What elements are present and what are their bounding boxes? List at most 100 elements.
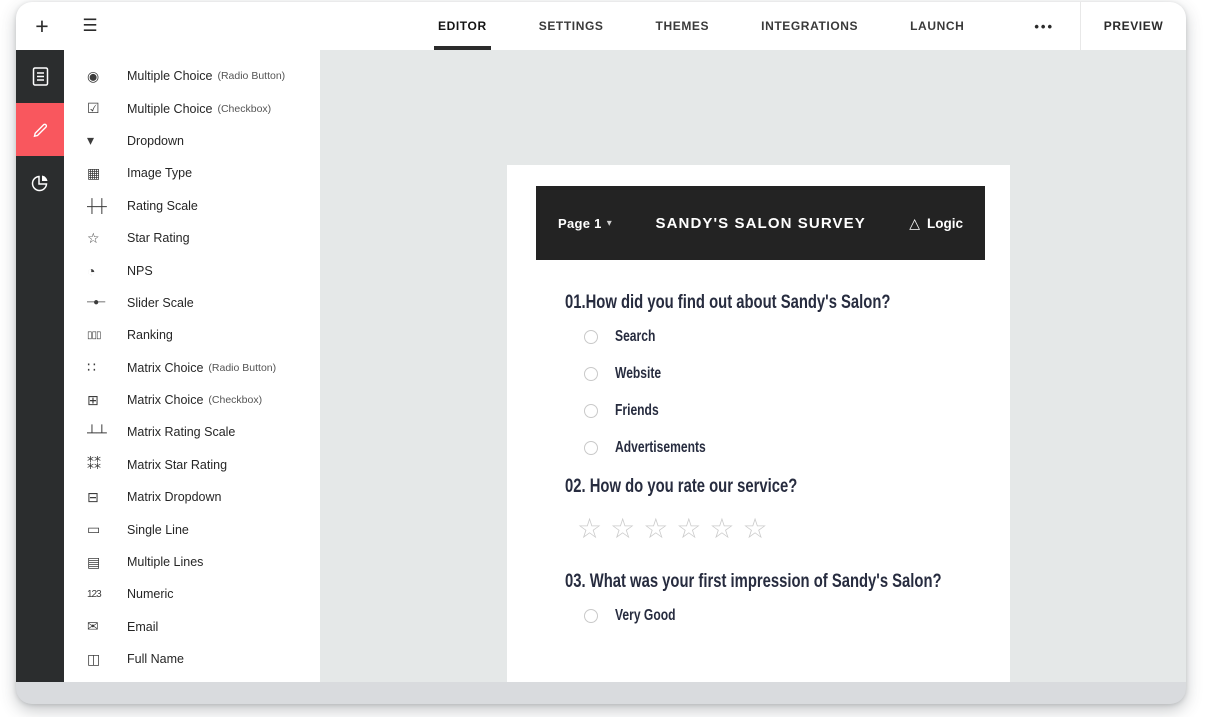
question-type-matrix-star-rating[interactable]: ⁑⁑ Matrix Star Rating	[64, 449, 320, 481]
question-types-panel: ◉ Multiple Choice (Radio Button) ☑ Multi…	[64, 50, 320, 682]
tab-launch[interactable]: LAUNCH	[884, 2, 990, 50]
question-type-sublabel: (Radio Button)	[208, 361, 277, 374]
option-label: Very Good	[615, 607, 676, 624]
question-3-option-very-good[interactable]: Very Good	[584, 607, 1010, 625]
radio-button-icon: ◉	[87, 67, 100, 84]
preview-button[interactable]: PREVIEW	[1080, 2, 1186, 50]
tab-themes[interactable]: THEMES	[630, 2, 736, 50]
app-window: + ☰ EDITOR SETTINGS THEMES INTEGRATIONS …	[16, 2, 1186, 704]
question-type-label: Image Type	[127, 166, 193, 181]
matrix-rating-icon: ┴┴	[87, 424, 107, 441]
matrix-checkbox-icon: ⊞	[87, 391, 99, 408]
question-type-label: Matrix Rating Scale	[127, 425, 236, 440]
question-type-matrix-dropdown[interactable]: ⊟ Matrix Dropdown	[64, 481, 320, 513]
question-type-label: Dropdown	[127, 133, 184, 148]
option-label: Search	[615, 328, 656, 345]
star-rating-input[interactable]: ☆☆☆☆☆☆	[577, 512, 1010, 545]
question-type-multiple-lines[interactable]: ▤ Multiple Lines	[64, 546, 320, 578]
question-type-label: Numeric	[127, 587, 174, 602]
question-1-title: 01.How did you find out about Sandy's Sa…	[565, 292, 891, 313]
email-icon: ✉	[87, 618, 99, 635]
question-type-dropdown[interactable]: ▾ Dropdown	[64, 125, 320, 157]
rail-item-results[interactable]	[16, 156, 64, 209]
tab-settings[interactable]: SETTINGS	[513, 2, 630, 50]
question-type-ranking[interactable]: ▯▯▯ Ranking	[64, 319, 320, 351]
rail-item-build[interactable]	[16, 50, 64, 103]
question-1-option-advertisements[interactable]: Advertisements	[584, 439, 1010, 457]
checkbox-icon: ☑	[87, 100, 100, 117]
question-type-label: Rating Scale	[127, 198, 198, 213]
question-type-sublabel: (Checkbox)	[208, 394, 263, 407]
question-type-label: Matrix Choice	[127, 360, 204, 375]
question-list-button[interactable]: ☰	[68, 2, 112, 50]
app-body: ◉ Multiple Choice (Radio Button) ☑ Multi…	[16, 50, 1186, 682]
question-1-option-search[interactable]: Search	[584, 328, 1010, 346]
matrix-radio-icon: ∷	[87, 359, 96, 376]
pencil-icon	[31, 120, 50, 139]
logic-button[interactable]: △ Logic	[909, 215, 963, 232]
survey-header: Page 1 ▾ SANDY'S SALON SURVEY △ Logic	[536, 186, 985, 260]
question-type-label: NPS	[127, 263, 153, 278]
matrix-dropdown-icon: ⊟	[87, 488, 99, 505]
question-type-label: Star Rating	[127, 231, 190, 246]
question-3[interactable]: 03. What was your first impression of Sa…	[565, 571, 1010, 625]
question-type-single-line[interactable]: ▭ Single Line	[64, 513, 320, 545]
slider-icon: ─●─	[87, 297, 105, 309]
question-type-email[interactable]: ✉ Email	[64, 611, 320, 643]
radio-circle-icon[interactable]	[584, 404, 598, 418]
option-label: Advertisements	[615, 439, 706, 456]
option-label: Friends	[615, 402, 659, 419]
question-2-title: 02. How do you rate our service?	[565, 476, 798, 497]
plus-icon: +	[35, 12, 49, 39]
question-type-label: Multiple Choice	[127, 101, 213, 116]
question-type-label: Single Line	[127, 522, 189, 537]
question-type-full-name[interactable]: ◫ Full Name	[64, 643, 320, 675]
rail-item-editor[interactable]	[16, 103, 64, 156]
question-type-nps[interactable]: ◔ NPS	[64, 254, 320, 286]
image-icon: ▦	[87, 164, 101, 181]
question-type-label: Multiple Lines	[127, 555, 204, 570]
radio-circle-icon[interactable]	[584, 367, 598, 381]
question-type-slider-scale[interactable]: ─●─ Slider Scale	[64, 287, 320, 319]
tab-integrations[interactable]: INTEGRATIONS	[735, 2, 884, 50]
question-type-image-type[interactable]: ▦ Image Type	[64, 157, 320, 189]
logic-triangle-icon: △	[909, 214, 920, 231]
question-type-label: Matrix Choice	[127, 393, 204, 408]
question-1-option-website[interactable]: Website	[584, 365, 1010, 383]
radio-circle-icon[interactable]	[584, 330, 598, 344]
numeric-icon: 123	[87, 588, 102, 600]
page-selector-label: Page 1	[558, 215, 602, 231]
question-type-label: Email	[127, 619, 159, 634]
question-type-label: Full Name	[127, 652, 184, 667]
survey-title: SANDY'S SALON SURVEY	[655, 214, 866, 232]
question-type-label: Multiple Choice	[127, 69, 213, 84]
question-type-matrix-choice-radio[interactable]: ∷ Matrix Choice (Radio Button)	[64, 352, 320, 384]
dropdown-icon: ▾	[87, 132, 95, 149]
radio-circle-icon[interactable]	[584, 441, 598, 455]
page-selector[interactable]: Page 1 ▾	[558, 216, 612, 231]
questions-area: 01.How did you find out about Sandy's Sa…	[507, 260, 1010, 625]
page: + ☰ EDITOR SETTINGS THEMES INTEGRATIONS …	[0, 0, 1205, 717]
question-type-star-rating[interactable]: ☆ Star Rating	[64, 222, 320, 254]
question-1[interactable]: 01.How did you find out about Sandy's Sa…	[565, 292, 1010, 457]
question-type-sublabel: (Checkbox)	[217, 102, 272, 115]
add-question-button[interactable]: +	[16, 2, 68, 50]
tab-editor[interactable]: EDITOR	[412, 2, 513, 50]
question-type-multiple-choice-checkbox[interactable]: ☑ Multiple Choice (Checkbox)	[64, 92, 320, 124]
question-type-numeric[interactable]: 123 Numeric	[64, 578, 320, 610]
question-type-multiple-choice-radio[interactable]: ◉ Multiple Choice (Radio Button)	[64, 60, 320, 92]
matrix-star-icon: ⁑⁑	[87, 456, 101, 473]
radio-circle-icon[interactable]	[584, 609, 598, 623]
question-type-label: Slider Scale	[127, 295, 194, 310]
pie-chart-icon	[30, 173, 50, 193]
question-type-rating-scale[interactable]: ┼┼ Rating Scale	[64, 190, 320, 222]
question-type-matrix-rating-scale[interactable]: ┴┴ Matrix Rating Scale	[64, 416, 320, 448]
logic-label: Logic	[927, 215, 963, 231]
more-menu-button[interactable]: •••	[1008, 2, 1080, 50]
star-icon: ☆	[87, 229, 100, 246]
editor-canvas: Page 1 ▾ SANDY'S SALON SURVEY △ Logic 01…	[320, 50, 1186, 682]
question-1-option-friends[interactable]: Friends	[584, 402, 1010, 420]
question-2[interactable]: 02. How do you rate our service? ☆☆☆☆☆☆	[565, 476, 1010, 545]
single-line-icon: ▭	[87, 521, 101, 538]
question-type-matrix-choice-checkbox[interactable]: ⊞ Matrix Choice (Checkbox)	[64, 384, 320, 416]
